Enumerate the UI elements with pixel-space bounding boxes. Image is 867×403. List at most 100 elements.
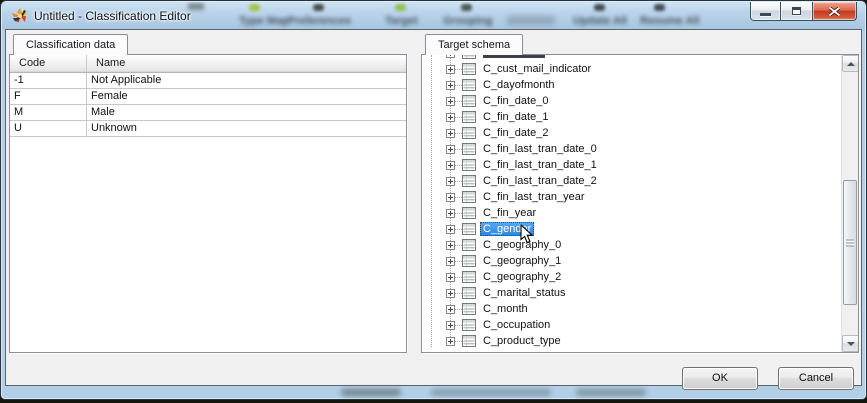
table-row[interactable]: M Male: [10, 105, 406, 121]
expand-plus-icon[interactable]: [446, 337, 455, 346]
table-node-icon: [462, 255, 476, 267]
tree-row[interactable]: C_fin_last_tran_date_1: [422, 157, 840, 173]
scroll-up-button[interactable]: [842, 55, 858, 72]
cancel-button[interactable]: Cancel: [778, 367, 854, 390]
tree-row[interactable]: C_fin_last_tran_date_2: [422, 173, 840, 189]
tab-classification-data[interactable]: Classification data: [13, 34, 128, 55]
table-node-icon: [462, 287, 476, 299]
tree-row[interactable]: C_fin_date_2: [422, 125, 840, 141]
tree-item-label[interactable]: C_fin_date_2: [480, 126, 551, 140]
close-icon: [829, 7, 840, 16]
expand-plus-icon[interactable]: [446, 241, 455, 250]
tree-item-label[interactable]: C_month: [480, 302, 531, 316]
minimize-button[interactable]: [750, 2, 781, 21]
tree-row[interactable]: C_geography_2: [422, 269, 840, 285]
minimize-icon: [760, 13, 771, 16]
tree-item-label[interactable]: C_fin_last_tran_year: [480, 190, 588, 204]
tree-item-label[interactable]: C_fin_last_tran_date_1: [480, 158, 600, 172]
tree-row[interactable]: C_fin_date_0: [422, 93, 840, 109]
background-blur-smudge: [576, 389, 646, 396]
expand-plus-icon[interactable]: [446, 321, 455, 330]
maximize-icon: [792, 7, 801, 15]
name-cell[interactable]: Female: [87, 89, 406, 105]
table-node-icon: [462, 223, 476, 235]
tree-row[interactable]: C_fin_last_tran_year: [422, 189, 840, 205]
maximize-button[interactable]: [781, 2, 812, 21]
table-node-icon: [462, 95, 476, 107]
table-node-icon: [462, 55, 476, 59]
tree-row[interactable]: C_fin_year: [422, 205, 840, 221]
title-bar[interactable]: Type Map Preferences Target Grouping Upd…: [2, 2, 865, 29]
tree-item-label[interactable]: C_fin_year: [480, 206, 539, 220]
table-node-icon: [462, 207, 476, 219]
tree-item-label[interactable]: C_fin_last_tran_date_0: [480, 142, 600, 156]
tree-row[interactable]: C_geography_1: [422, 253, 840, 269]
code-cell[interactable]: U: [10, 121, 87, 137]
table-node-icon: [462, 271, 476, 283]
name-cell[interactable]: Unknown: [87, 121, 406, 137]
code-cell[interactable]: F: [10, 89, 87, 105]
expand-plus-icon[interactable]: [446, 225, 455, 234]
clipped-label-sliver: [483, 55, 545, 58]
expand-plus-icon[interactable]: [446, 209, 455, 218]
tab-target-schema[interactable]: Target schema: [425, 34, 523, 55]
expand-plus-icon[interactable]: [446, 161, 455, 170]
expand-plus-icon[interactable]: [446, 145, 455, 154]
expand-plus-icon[interactable]: [446, 129, 455, 138]
tree-row[interactable]: C_dayofmonth: [422, 77, 840, 93]
column-header-code[interactable]: Code: [10, 55, 87, 72]
expand-plus-icon[interactable]: [446, 81, 455, 90]
tree-row[interactable]: C_gender: [422, 221, 840, 237]
tree-items: C_cust_mail_indicator: [422, 61, 840, 349]
tree-item-label[interactable]: C_dayofmonth: [480, 78, 558, 92]
expand-plus-icon[interactable]: [446, 65, 455, 74]
tree-item-label[interactable]: C_occupation: [480, 318, 553, 332]
table-row[interactable]: F Female: [10, 89, 406, 105]
table-node-icon: [462, 63, 476, 75]
table-row[interactable]: U Unknown: [10, 121, 406, 137]
expand-plus-icon[interactable]: [446, 289, 455, 298]
classification-table: Code Name -1 Not Applicable F Female: [10, 55, 406, 352]
expand-plus-icon[interactable]: [446, 97, 455, 106]
tree-row[interactable]: C_geography_0: [422, 237, 840, 253]
table-node-icon: [462, 127, 476, 139]
tree-row[interactable]: C_product_type: [422, 333, 840, 349]
tree-row[interactable]: C_occupation: [422, 317, 840, 333]
expand-plus-icon[interactable]: [446, 273, 455, 282]
tree-row[interactable]: C_cust_mail_indicator: [422, 61, 840, 77]
tree-item-label[interactable]: C_fin_last_tran_date_2: [480, 174, 600, 188]
expand-plus-icon[interactable]: [446, 55, 455, 58]
mouse-cursor: [520, 224, 534, 244]
tree-item-label[interactable]: C_geography_1: [480, 254, 564, 268]
expand-plus-icon[interactable]: [446, 257, 455, 266]
window-title: Untitled - Classification Editor: [34, 9, 191, 23]
expand-plus-icon[interactable]: [446, 193, 455, 202]
tree-item-label[interactable]: C_cust_mail_indicator: [480, 62, 594, 76]
expand-plus-icon[interactable]: [446, 177, 455, 186]
tree-item-label[interactable]: C_marital_status: [480, 286, 569, 300]
tree-item-label[interactable]: C_fin_date_1: [480, 110, 551, 124]
tree-row[interactable]: C_marital_status: [422, 285, 840, 301]
column-header-name[interactable]: Name: [87, 55, 406, 72]
tree-row[interactable]: C_month: [422, 301, 840, 317]
code-cell[interactable]: M: [10, 105, 87, 121]
close-button[interactable]: [812, 2, 857, 21]
name-cell[interactable]: Male: [87, 105, 406, 121]
table-row[interactable]: -1 Not Applicable: [10, 73, 406, 89]
ok-button[interactable]: OK: [682, 367, 758, 390]
tree-item-label[interactable]: C_fin_date_0: [480, 94, 551, 108]
scrollbar-thumb[interactable]: [843, 180, 857, 305]
tree-item-label[interactable]: C_product_type: [480, 334, 564, 348]
schema-tree[interactable]: C_cust_mail_indicator: [422, 55, 840, 352]
scroll-down-button[interactable]: [842, 335, 858, 352]
classification-editor-window: Type Map Preferences Target Grouping Upd…: [0, 0, 867, 400]
tree-item-label[interactable]: C_geography_2: [480, 270, 564, 284]
background-blur-smudge: [431, 389, 551, 396]
name-cell[interactable]: Not Applicable: [87, 73, 406, 89]
tree-row[interactable]: C_fin_date_1: [422, 109, 840, 125]
tree-row[interactable]: C_fin_last_tran_date_0: [422, 141, 840, 157]
expand-plus-icon[interactable]: [446, 305, 455, 314]
code-cell[interactable]: -1: [10, 73, 87, 89]
tree-vertical-scrollbar[interactable]: [841, 55, 858, 352]
expand-plus-icon[interactable]: [446, 113, 455, 122]
